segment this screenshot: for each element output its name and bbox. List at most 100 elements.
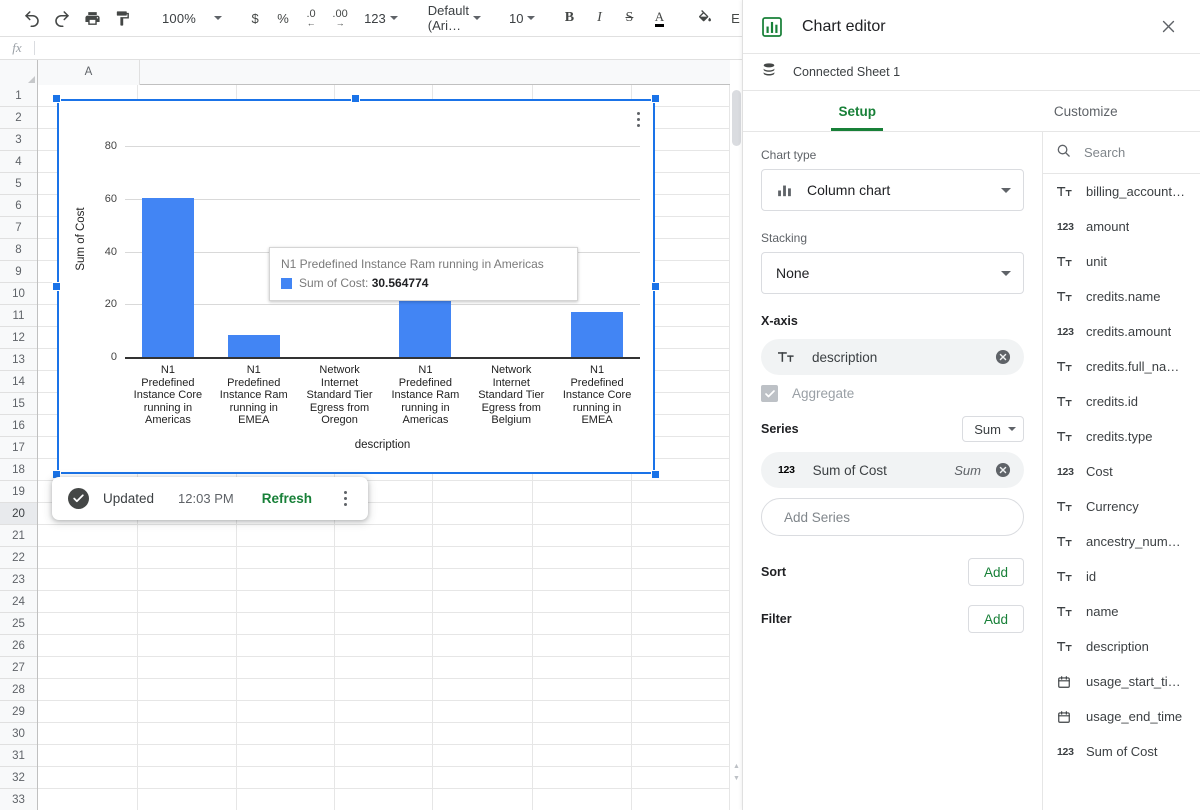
- series-aggregation-dropdown[interactable]: Sum: [962, 416, 1024, 442]
- grid-cell[interactable]: [632, 767, 730, 789]
- resize-handle-middle-left[interactable]: [52, 282, 61, 291]
- grid-cell[interactable]: [433, 635, 534, 657]
- row-header-14[interactable]: 14: [0, 371, 37, 393]
- grid-cell[interactable]: [137, 525, 237, 547]
- row-header-17[interactable]: 17: [0, 437, 37, 459]
- row-header-18[interactable]: 18: [0, 459, 37, 481]
- grid-cell[interactable]: [236, 789, 335, 810]
- grid-cell[interactable]: [433, 569, 534, 591]
- field-list-item[interactable]: usage_start_ti…: [1043, 664, 1200, 699]
- grid-cell[interactable]: [38, 657, 138, 679]
- paint-format-button[interactable]: [108, 4, 136, 32]
- bold-button[interactable]: B: [555, 4, 583, 32]
- field-list-item[interactable]: credits.full_na…: [1043, 349, 1200, 384]
- grid-cell[interactable]: [433, 547, 534, 569]
- font-family-dropdown[interactable]: Default (Ari…: [420, 3, 485, 33]
- zoom-dropdown[interactable]: 100%: [154, 4, 226, 32]
- decrease-decimal-button[interactable]: .0 ←: [298, 4, 324, 32]
- grid-cell[interactable]: [236, 591, 335, 613]
- grid-cell[interactable]: [334, 547, 434, 569]
- grid-cell[interactable]: [137, 767, 237, 789]
- row-header-1[interactable]: 1: [0, 85, 37, 107]
- strikethrough-button[interactable]: S: [615, 4, 643, 32]
- borders-button[interactable]: E: [721, 4, 742, 32]
- grid-cell[interactable]: [236, 745, 335, 767]
- grid-cell[interactable]: [236, 569, 335, 591]
- grid-cell[interactable]: [533, 547, 633, 569]
- grid-cell[interactable]: [533, 723, 633, 745]
- grid-cell[interactable]: [433, 613, 534, 635]
- grid-cell[interactable]: [533, 613, 633, 635]
- grid-cell[interactable]: [632, 547, 730, 569]
- row-header-9[interactable]: 9: [0, 261, 37, 283]
- redo-button[interactable]: [48, 4, 76, 32]
- grid-cell[interactable]: [334, 635, 434, 657]
- grid-cell[interactable]: [137, 613, 237, 635]
- row-header-5[interactable]: 5: [0, 173, 37, 195]
- field-list-item[interactable]: Currency: [1043, 489, 1200, 524]
- grid-cell[interactable]: [38, 591, 138, 613]
- filter-add-button[interactable]: Add: [968, 605, 1024, 633]
- row-header-26[interactable]: 26: [0, 635, 37, 657]
- grid-cell[interactable]: [236, 657, 335, 679]
- refresh-more-options-icon[interactable]: [338, 488, 354, 510]
- grid-cell[interactable]: [38, 547, 138, 569]
- grid-cell[interactable]: [632, 613, 730, 635]
- undo-button[interactable]: [18, 4, 46, 32]
- percent-format-button[interactable]: %: [270, 4, 296, 32]
- row-header-23[interactable]: 23: [0, 569, 37, 591]
- grid-cell[interactable]: [334, 701, 434, 723]
- grid-cell[interactable]: [533, 745, 633, 767]
- series-field-chip[interactable]: 123 Sum of Cost Sum: [761, 452, 1024, 488]
- field-list-item[interactable]: 123 credits.amount: [1043, 314, 1200, 349]
- row-header-29[interactable]: 29: [0, 701, 37, 723]
- sort-add-button[interactable]: Add: [968, 558, 1024, 586]
- grid-cell[interactable]: [137, 723, 237, 745]
- grid-cell[interactable]: [334, 745, 434, 767]
- scroll-up-arrow[interactable]: ▲: [732, 763, 741, 770]
- grid-cell[interactable]: [632, 723, 730, 745]
- grid-cell[interactable]: [632, 591, 730, 613]
- scrollbar-thumb[interactable]: [732, 90, 741, 146]
- grid-cell[interactable]: [38, 701, 138, 723]
- grid-cell[interactable]: [433, 789, 534, 810]
- select-all-corner[interactable]: [0, 60, 38, 85]
- grid-cell[interactable]: [236, 525, 335, 547]
- chart-bar[interactable]: [227, 335, 280, 357]
- chart-bar[interactable]: [141, 197, 194, 357]
- field-list-item[interactable]: 123 amount: [1043, 209, 1200, 244]
- grid-cell[interactable]: [433, 503, 534, 525]
- grid-cell[interactable]: [236, 701, 335, 723]
- row-header-27[interactable]: 27: [0, 657, 37, 679]
- grid-cell[interactable]: [137, 657, 237, 679]
- grid-cell[interactable]: [433, 525, 534, 547]
- grid-cell[interactable]: [433, 745, 534, 767]
- resize-handle-middle-right[interactable]: [651, 282, 660, 291]
- grid-cell[interactable]: [533, 569, 633, 591]
- grid-cell[interactable]: [632, 679, 730, 701]
- grid-cell[interactable]: [533, 635, 633, 657]
- vertical-scrollbar[interactable]: ▲ ▼: [730, 60, 742, 790]
- grid-cell[interactable]: [236, 547, 335, 569]
- grid-cell[interactable]: [533, 525, 633, 547]
- chart-type-select[interactable]: Column chart: [761, 169, 1024, 211]
- field-list-item[interactable]: name: [1043, 594, 1200, 629]
- row-header-21[interactable]: 21: [0, 525, 37, 547]
- field-list-item[interactable]: credits.name: [1043, 279, 1200, 314]
- grid-cell[interactable]: [433, 701, 534, 723]
- remove-x-axis-icon[interactable]: [994, 348, 1012, 366]
- stacking-select[interactable]: None: [761, 252, 1024, 294]
- aggregate-row[interactable]: Aggregate: [761, 385, 1024, 402]
- grid-cell[interactable]: [38, 679, 138, 701]
- text-color-button[interactable]: A: [645, 4, 673, 32]
- row-header-28[interactable]: 28: [0, 679, 37, 701]
- grid-cell[interactable]: [137, 569, 237, 591]
- grid-cell[interactable]: [632, 635, 730, 657]
- grid-cell[interactable]: [137, 745, 237, 767]
- grid-cell[interactable]: [137, 679, 237, 701]
- row-header-2[interactable]: 2: [0, 107, 37, 129]
- grid-cell[interactable]: [433, 767, 534, 789]
- grid-cell[interactable]: [632, 745, 730, 767]
- grid-cell[interactable]: [533, 591, 633, 613]
- remove-series-icon[interactable]: [994, 461, 1012, 479]
